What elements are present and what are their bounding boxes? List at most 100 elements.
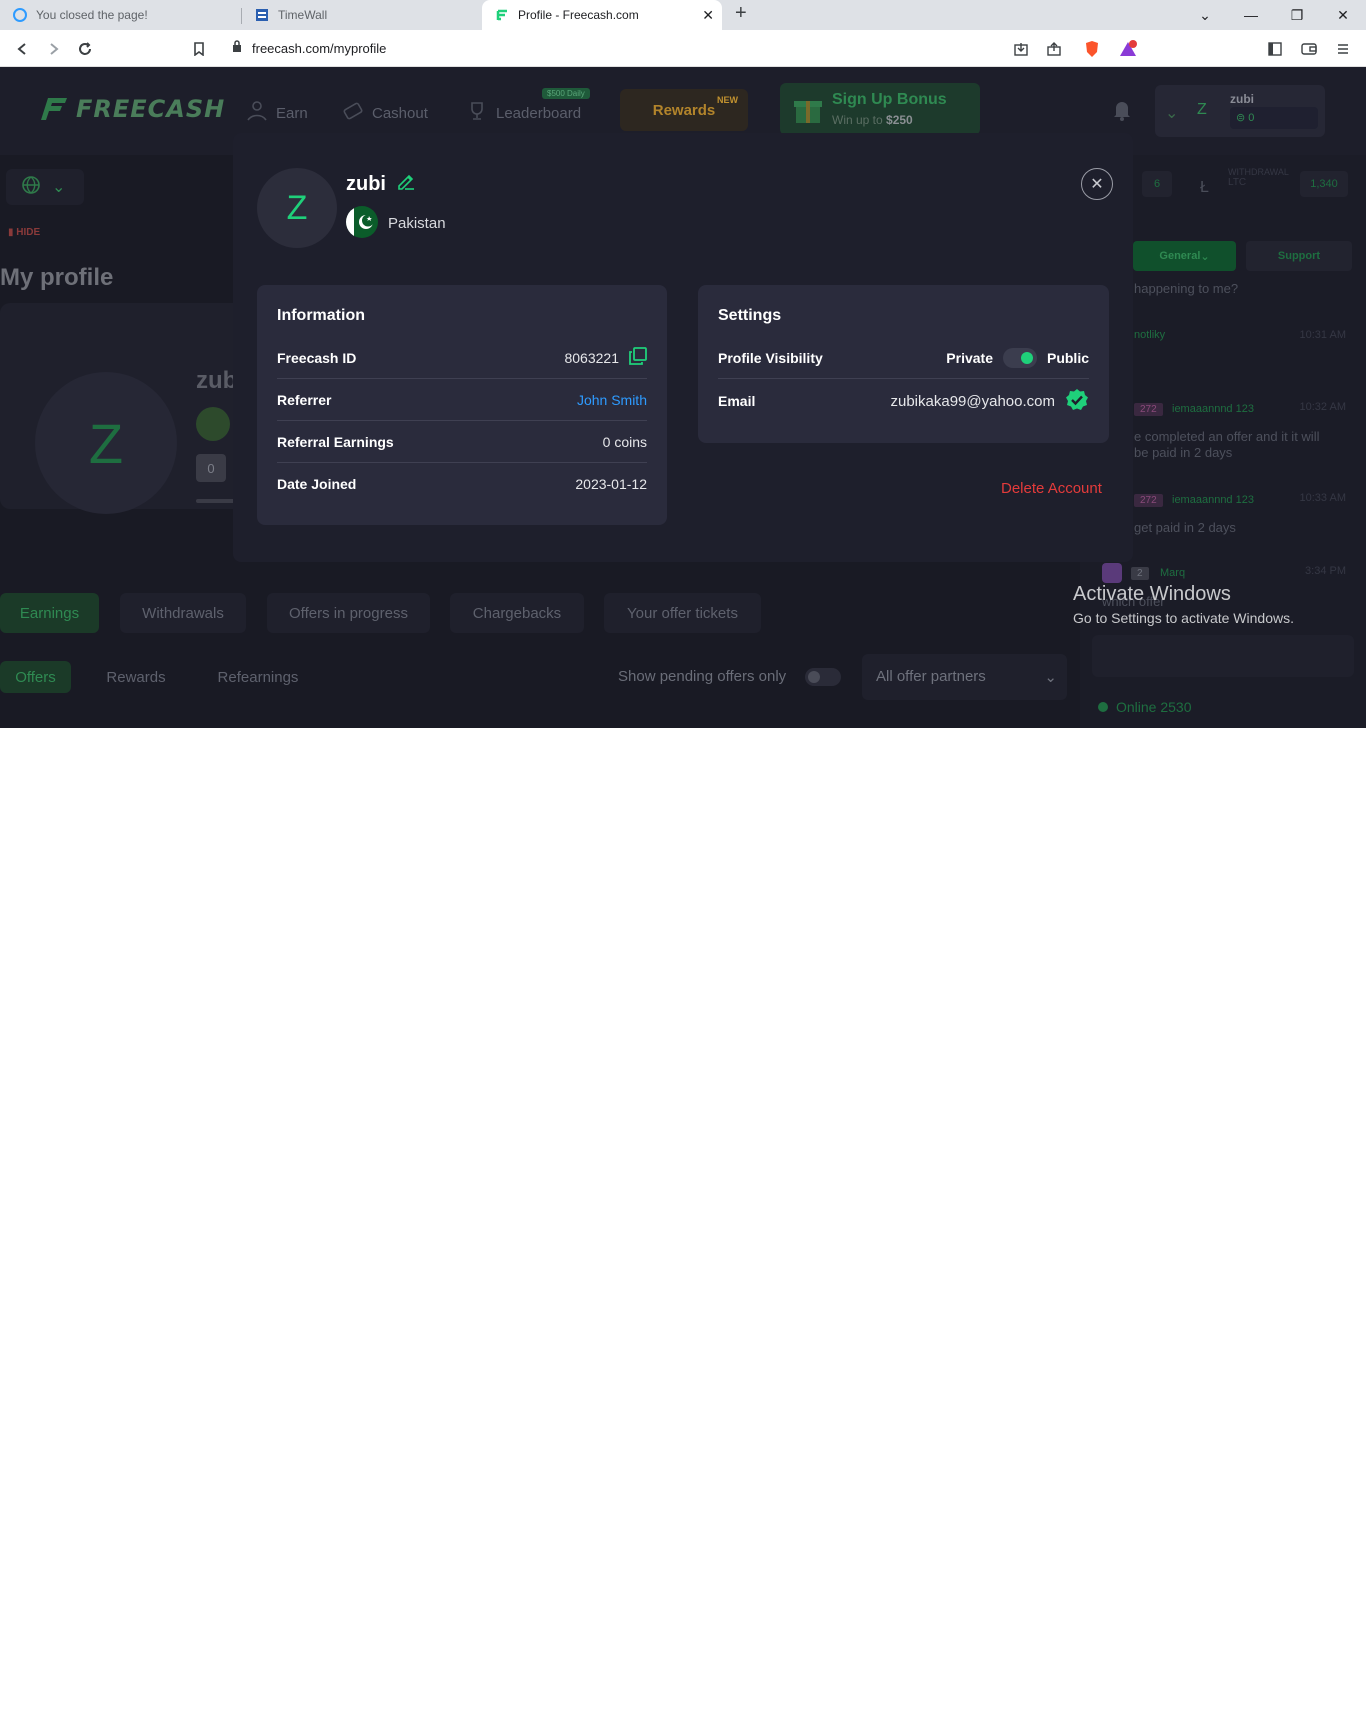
withdrawal-amount: 1,340: [1300, 171, 1348, 197]
withdrawal-label: WITHDRAWAL LTC: [1228, 167, 1289, 188]
sidebar-icon[interactable]: [1264, 38, 1286, 60]
minimize-button[interactable]: —: [1228, 0, 1274, 30]
profile-name: zub: [196, 367, 238, 394]
tab-search-icon[interactable]: ⌄: [1182, 0, 1228, 30]
signup-bonus-prefix: Win up to: [832, 113, 887, 127]
visibility-toggle[interactable]: [1002, 347, 1037, 368]
chat-input[interactable]: [1092, 635, 1354, 677]
referral-earnings-value: 0 coins: [602, 433, 647, 450]
tab-title: Profile - Freecash.com: [518, 8, 639, 22]
modal-country: Pakistan: [388, 215, 446, 232]
activate-windows-watermark: Activate Windows Go to Settings to activ…: [1073, 583, 1294, 626]
nav-earn-label: Earn: [276, 104, 308, 122]
subtab-offers[interactable]: Offers: [0, 661, 71, 693]
menu-icon[interactable]: [1332, 38, 1354, 60]
visibility-private-label: Private: [946, 349, 993, 366]
pending-offers-toggle[interactable]: [805, 668, 841, 686]
download-icon[interactable]: [1010, 38, 1032, 60]
timewall-icon: [254, 7, 270, 23]
back-icon[interactable]: [12, 38, 34, 60]
tab-chargebacks[interactable]: Chargebacks: [450, 593, 584, 633]
nav-cashout-label: Cashout: [372, 104, 428, 122]
date-joined-row: Date Joined 2023-01-12: [277, 463, 647, 505]
edit-pencil-icon[interactable]: [396, 171, 416, 197]
referrer-link[interactable]: John Smith: [577, 392, 647, 408]
trophy-icon: [466, 100, 488, 126]
chevron-down-icon: ⌄: [1200, 250, 1210, 263]
online-label: Online 2530: [1116, 699, 1192, 715]
pakistan-flag-icon: [196, 407, 230, 441]
profile-modal: Z zubi Pakistan ✕ Information Freecash I…: [233, 133, 1133, 562]
address-bar[interactable]: freecash.com/myprofile: [222, 34, 1142, 62]
tab-offer-tickets[interactable]: Your offer tickets: [604, 593, 761, 633]
bookmark-icon[interactable]: [188, 38, 210, 60]
email-row: Email zubikaka99@yahoo.com: [718, 380, 1089, 422]
pakistan-flag-icon: [346, 206, 378, 238]
subtab-rewards[interactable]: Rewards: [95, 661, 177, 693]
visibility-public-label: Public: [1046, 349, 1089, 366]
tab-withdrawals[interactable]: Withdrawals: [120, 593, 246, 633]
copy-icon[interactable]: [629, 347, 647, 368]
gift-icon: [792, 93, 824, 130]
brave-rewards-icon[interactable]: [1117, 38, 1139, 60]
new-tab-button[interactable]: +: [735, 2, 747, 25]
date-joined-label: Date Joined: [277, 476, 357, 492]
profile-visibility-label: Profile Visibility: [718, 349, 823, 366]
user-menu[interactable]: ⌄ Z zubi ⊜ 0: [1155, 85, 1325, 137]
brave-shield-icon[interactable]: [1081, 38, 1103, 60]
close-window-button[interactable]: ✕: [1320, 0, 1366, 30]
browser-toolbar: freecash.com/myprofile: [0, 30, 1366, 67]
tab-title: You closed the page!: [36, 8, 148, 22]
reload-icon[interactable]: [74, 38, 96, 60]
freecash-icon: [494, 7, 510, 23]
freecash-logo[interactable]: FREECASH: [40, 95, 225, 123]
tab-close-icon[interactable]: ✕: [702, 7, 714, 24]
share-icon[interactable]: [1043, 38, 1065, 60]
offer-partners-select[interactable]: All offer partners ⌄: [862, 654, 1067, 700]
delete-account-link[interactable]: Delete Account: [1001, 480, 1102, 497]
tab-title: TimeWall: [278, 8, 328, 22]
lock-icon: [232, 39, 242, 57]
withdrawal-currency: LTC: [1228, 177, 1247, 188]
nav-earn[interactable]: Earn: [246, 100, 308, 126]
chat-timestamp: 3:34 PM: [1305, 565, 1346, 577]
tab-offers-in-progress[interactable]: Offers in progress: [267, 593, 430, 633]
hide-toggle[interactable]: ▮ HIDE: [8, 227, 40, 238]
chat-timestamp: 10:33 AM: [1299, 492, 1346, 504]
signup-bonus-banner[interactable]: Sign Up Bonus Win up to $250: [780, 83, 980, 135]
restore-button[interactable]: ❐: [1274, 0, 1320, 30]
freecash-id-label: Freecash ID: [277, 349, 357, 366]
user-balance: ⊜ 0: [1230, 107, 1318, 129]
freecash-id-text: 8063221: [564, 349, 619, 366]
information-title: Information: [277, 307, 365, 324]
freecash-logo-icon: [41, 98, 67, 120]
nav-cashout[interactable]: Cashout: [342, 100, 428, 126]
online-count: Online 2530: [1098, 699, 1192, 715]
browser-tab-active[interactable]: Profile - Freecash.com ✕: [482, 0, 722, 30]
email-text: zubikaka99@yahoo.com: [890, 392, 1056, 410]
forward-icon[interactable]: [42, 38, 64, 60]
nav-leaderboard[interactable]: Leaderboard: [466, 100, 581, 126]
litecoin-icon: Ł: [1200, 179, 1209, 196]
rewards-new-badge: NEW: [717, 95, 738, 105]
signup-bonus-title: Sign Up Bonus: [832, 91, 947, 108]
browser-tab[interactable]: TimeWall: [242, 0, 482, 30]
bell-icon[interactable]: [1112, 99, 1132, 126]
profile-avatar: Z: [35, 372, 177, 514]
tab-earnings[interactable]: Earnings: [0, 593, 99, 633]
rewards-button[interactable]: Rewards NEW: [620, 89, 748, 131]
subtab-refearnings[interactable]: Refearnings: [205, 661, 311, 693]
chat-username: notliky: [1134, 329, 1166, 341]
chat-tab-general[interactable]: General ⌄: [1133, 241, 1236, 271]
coin-icon: ⊜: [1236, 112, 1249, 124]
chat-tab-support[interactable]: Support: [1246, 241, 1352, 271]
modal-username-text: zubi: [346, 172, 386, 195]
settings-title: Settings: [718, 307, 782, 324]
close-icon[interactable]: ✕: [1081, 168, 1113, 200]
wallet-icon[interactable]: [1298, 38, 1320, 60]
language-selector[interactable]: ⌄: [6, 169, 84, 205]
browser-tab[interactable]: You closed the page!: [0, 0, 240, 30]
leaderboard-daily-badge: $500 Daily: [542, 88, 590, 99]
profile-visibility-row: Profile Visibility Private Public: [718, 337, 1089, 379]
chat-username: iemaaannnd 123: [1172, 494, 1254, 506]
